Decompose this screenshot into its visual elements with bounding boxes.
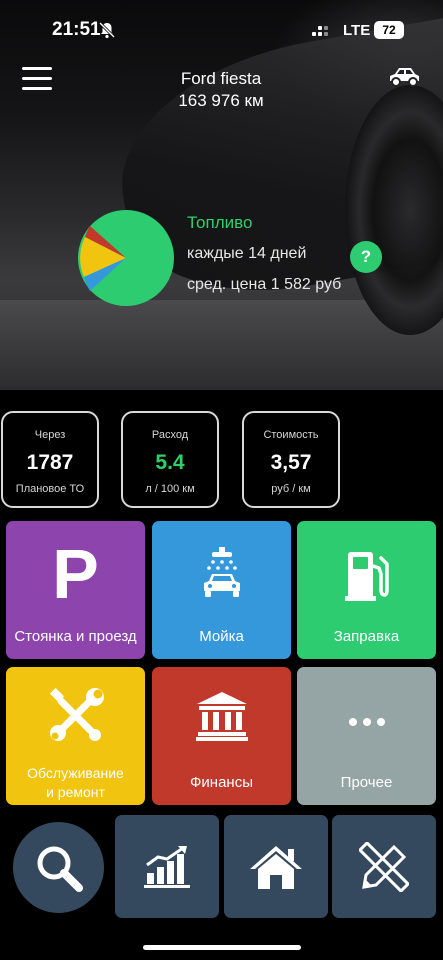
summary-frequency: каждые 14 дней [187, 245, 307, 262]
tile-label-line2: и ремонт [46, 784, 105, 800]
car-mileage: 163 976 км [178, 91, 264, 110]
tile-label: Обслуживание и ремонт [6, 764, 145, 802]
stat-cost[interactable]: Стоимость 3,57 руб / км [242, 411, 340, 508]
home-button[interactable] [224, 815, 328, 918]
car-wash-icon [152, 541, 291, 611]
tile-label-line1: Обслуживание [27, 765, 124, 781]
tile-parking[interactable]: P Стоянка и проезд [6, 521, 145, 659]
stat-label: Расход [151, 429, 189, 441]
stat-value: 5.4 [155, 451, 185, 474]
home-icon [250, 845, 302, 889]
tile-label: Стоянка и проезд [14, 628, 137, 645]
tile-label: Финансы [190, 774, 253, 791]
fuel-pump-icon [297, 541, 436, 611]
summary-title: Топливо [187, 213, 253, 232]
bell-off-icon [98, 21, 116, 39]
car-icon[interactable] [386, 64, 422, 92]
expense-pie-chart[interactable] [78, 207, 176, 309]
battery-indicator: 72 [374, 21, 404, 39]
summary-avg-price: сред. цена 1 582 руб [187, 276, 342, 293]
tools-button[interactable] [332, 815, 436, 918]
stat-sub: л / 100 км [145, 483, 195, 495]
tile-refuel[interactable]: Заправка [297, 521, 436, 659]
tile-label: Заправка [333, 628, 400, 645]
car-name: Ford fiesta [180, 69, 262, 88]
tile-label: Мойка [199, 628, 244, 645]
bank-icon [152, 681, 291, 751]
car-title[interactable]: Ford fiesta 163 976 км [120, 68, 322, 112]
more-icon [297, 687, 436, 757]
network-type: LTE [343, 22, 371, 39]
stat-consumption[interactable]: Расход 5.4 л / 100 км [121, 411, 219, 508]
stat-label: Стоимость [263, 429, 319, 441]
stat-value: 1787 [26, 451, 74, 474]
stat-label: Через [34, 429, 66, 441]
parking-icon: P [52, 535, 99, 613]
stat-value: 3,57 [270, 451, 312, 474]
tile-car-wash[interactable]: Мойка [152, 521, 291, 659]
status-bar: 21:51 LTE 72 [0, 0, 443, 60]
tile-label: Прочее [340, 774, 393, 791]
tools-ruler-icon [359, 841, 409, 892]
statistics-icon [144, 845, 190, 888]
stat-next-service[interactable]: Через 1787 Плановое ТО [1, 411, 99, 508]
tile-finance[interactable]: Финансы [152, 667, 291, 805]
help-button[interactable]: ? [350, 241, 382, 273]
menu-button[interactable] [22, 65, 54, 93]
stat-sub: Плановое ТО [15, 483, 85, 495]
tools-icon [6, 681, 145, 751]
home-indicator [143, 945, 301, 950]
status-time: 21:51 [52, 19, 101, 40]
search-icon [37, 846, 83, 892]
tile-other[interactable]: Прочее [297, 667, 436, 805]
statistics-button[interactable] [115, 815, 219, 918]
stat-sub: руб / км [271, 483, 311, 495]
search-button[interactable] [13, 822, 104, 913]
tile-maintenance[interactable]: Обслуживание и ремонт [6, 667, 145, 805]
signal-icon [312, 24, 334, 38]
